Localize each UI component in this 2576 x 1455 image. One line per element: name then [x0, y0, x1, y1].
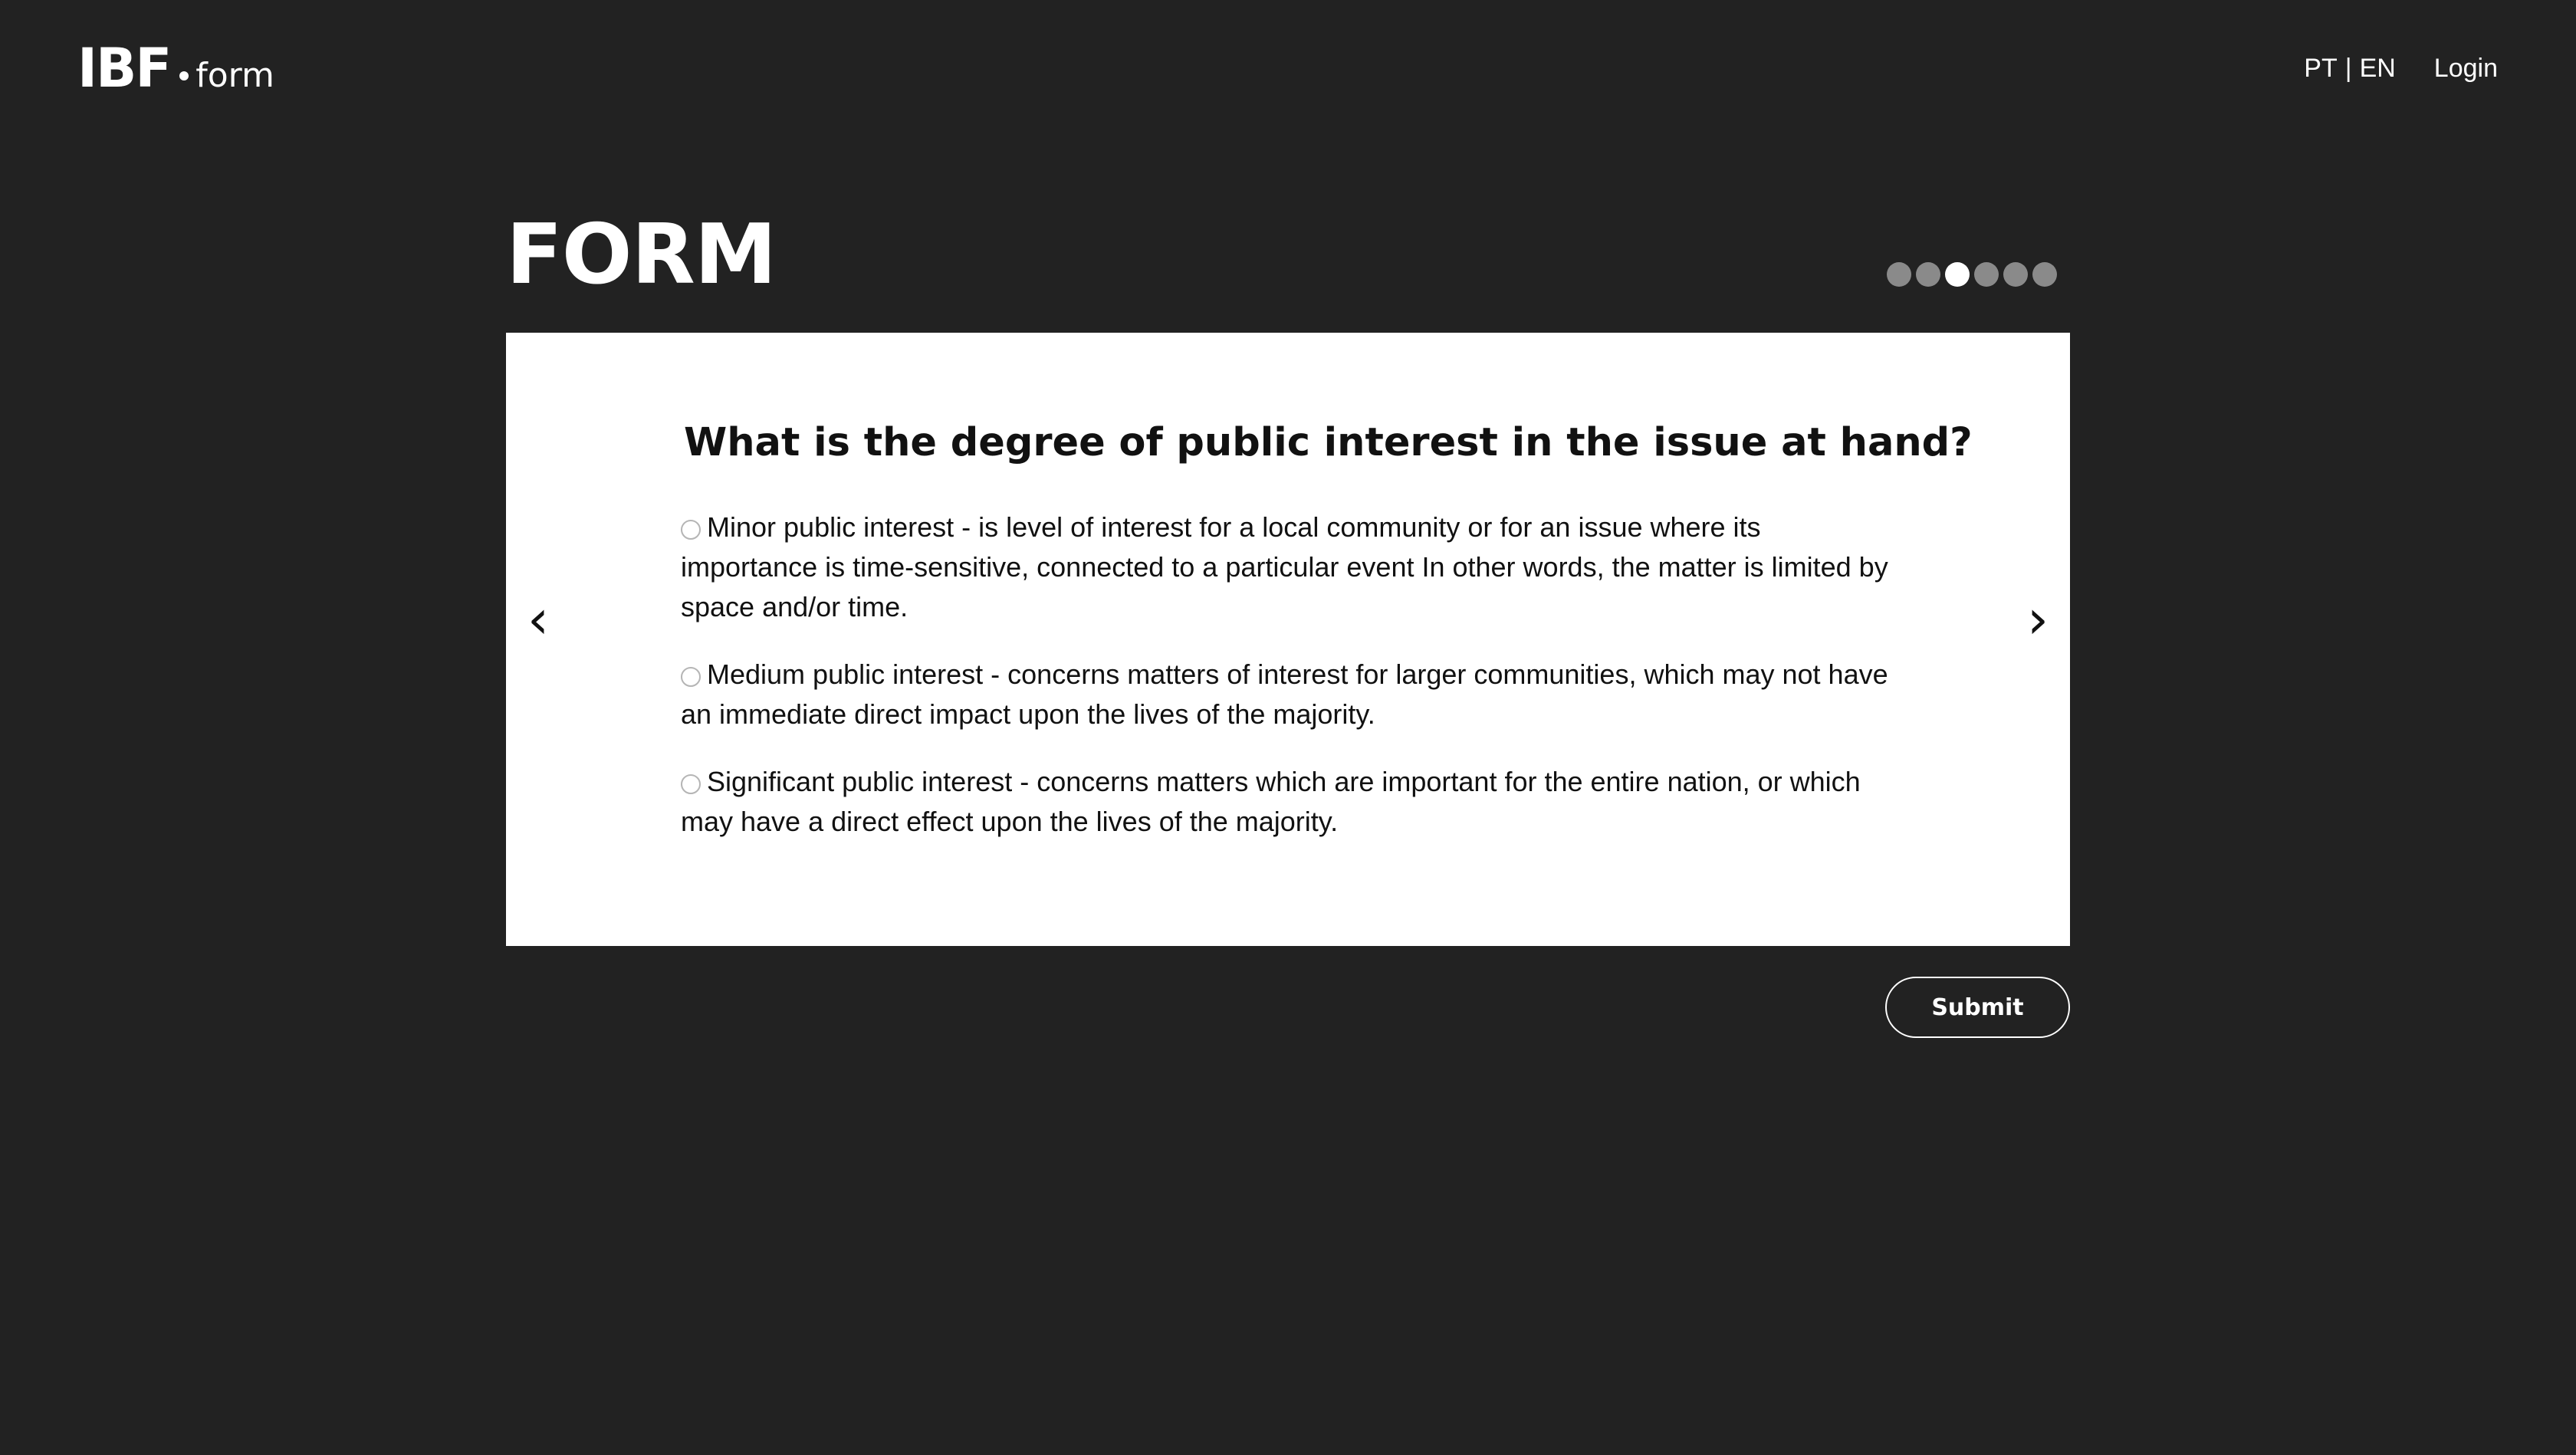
page-title: FORM — [506, 207, 777, 303]
step-dot-6[interactable] — [2032, 262, 2057, 287]
prev-arrow-icon[interactable]: ‹ — [527, 589, 549, 650]
logo-dot-icon — [179, 71, 189, 80]
lang-en-link[interactable]: EN — [2360, 54, 2396, 84]
option-label: Minor public interest - is level of inte… — [681, 511, 1888, 622]
option-significant-interest[interactable]: Significant public interest - concerns m… — [681, 762, 1892, 842]
logo-sub-text: form — [196, 56, 274, 95]
step-dot-2[interactable] — [1916, 262, 1940, 287]
question-card: ‹ › What is the degree of public interes… — [506, 333, 2070, 946]
step-indicator — [1887, 262, 2057, 287]
step-dot-4[interactable] — [1974, 262, 1999, 287]
top-nav: PT | EN Login — [2304, 54, 2498, 84]
page: IBF form PT | EN Login FORM ‹ › What is … — [0, 0, 2576, 1455]
option-label: Medium public interest - concerns matter… — [681, 659, 1888, 730]
submit-button[interactable]: Submit — [1885, 977, 2070, 1038]
radio-button[interactable] — [681, 667, 701, 687]
radio-button[interactable] — [681, 774, 701, 794]
login-link[interactable]: Login — [2434, 54, 2498, 84]
answer-options: Minor public interest - is level of inte… — [681, 507, 1892, 869]
step-dot-5[interactable] — [2003, 262, 2028, 287]
question-text: What is the degree of public interest in… — [684, 420, 1973, 465]
step-dot-1[interactable] — [1887, 262, 1911, 287]
lang-pt-link[interactable]: PT — [2304, 54, 2337, 84]
logo[interactable]: IBF form — [77, 37, 274, 100]
next-arrow-icon[interactable]: › — [2027, 589, 2049, 650]
lang-separator: | — [2344, 54, 2352, 83]
step-dot-3[interactable] — [1945, 262, 1970, 287]
logo-main-text: IBF — [77, 37, 172, 100]
radio-button[interactable] — [681, 520, 701, 540]
language-switch: PT | EN — [2304, 54, 2396, 84]
option-medium-interest[interactable]: Medium public interest - concerns matter… — [681, 655, 1892, 734]
option-label: Significant public interest - concerns m… — [681, 766, 1861, 837]
option-minor-interest[interactable]: Minor public interest - is level of inte… — [681, 507, 1892, 627]
